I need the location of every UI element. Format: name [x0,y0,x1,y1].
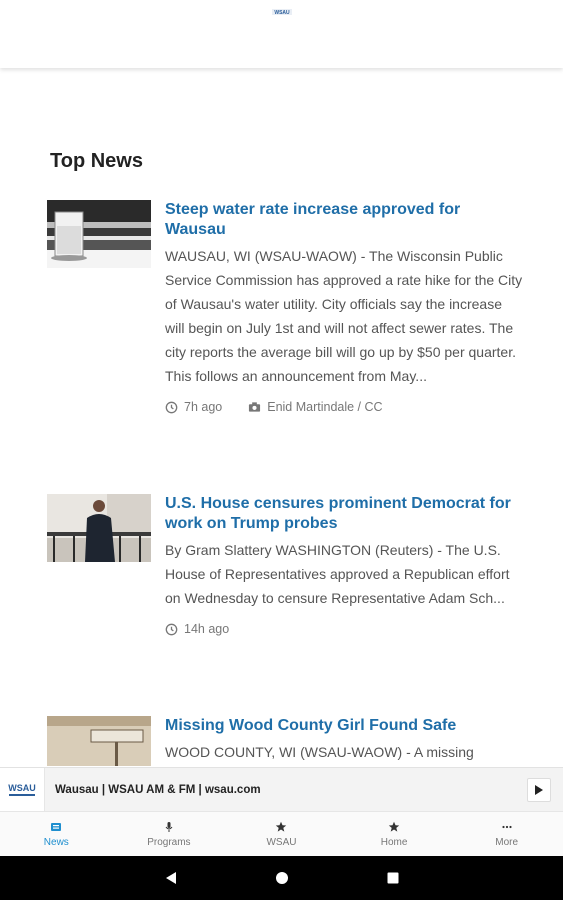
article-thumbnail[interactable] [47,200,151,268]
play-icon [535,785,543,795]
capitol-photo-image [47,494,151,562]
wsau-logo-icon: WSAU [8,783,36,796]
more-dots-icon [502,825,512,829]
clock-icon [165,623,178,635]
tab-label: Home [380,837,408,848]
tab-home[interactable]: Home [338,812,451,857]
star-icon [276,821,287,832]
station-title[interactable]: Wausau | WSAU AM & FM | wsau.com [55,784,527,796]
article-headline[interactable]: Missing Wood County Girl Found Safe [165,716,525,736]
clock-icon [165,401,178,413]
star-icon [388,821,400,832]
back-icon[interactable] [163,870,179,886]
newspaper-icon [51,823,62,831]
article-summary: WAUSAU, WI (WSAU-WAOW) - The Wisconsin P… [165,248,523,384]
article-summary: WOOD COUNTY, WI (WSAU-WAOW) - A missing [165,744,474,760]
article-time: 14h ago [184,622,230,636]
camera-icon [249,402,261,412]
recents-square-icon[interactable] [385,870,401,886]
system-nav-bar [0,856,563,900]
app-header: WSAU [0,0,563,68]
article-summary: By Gram Slattery WASHINGTON (Reuters) - … [165,542,510,606]
tab-news[interactable]: News [0,812,113,857]
now-playing-bar[interactable]: WSAU Wausau | WSAU AM & FM | wsau.com [0,767,563,812]
tab-label: News [43,837,69,848]
article-headline[interactable]: Steep water rate increase approved for W… [165,200,525,240]
tab-label: Programs [147,837,191,848]
water-glass-image [47,200,151,268]
tab-programs[interactable]: Programs [113,812,226,857]
section-title: Top News [50,150,143,172]
tab-label: WSAU [266,837,297,848]
tab-label: More [495,837,519,848]
play-button[interactable] [527,778,551,802]
article-headline[interactable]: U.S. House censures prominent Democrat f… [165,494,525,534]
tab-more[interactable]: More [450,812,563,857]
article-thumbnail[interactable] [47,716,151,766]
photo-credit: Enid Martindale / CC [267,400,383,414]
article-meta: 14h ago [165,622,525,636]
microphone-icon [165,822,173,832]
article-thumbnail[interactable] [47,494,151,562]
svg-text:WSAU: WSAU [274,10,290,16]
article-time: 7h ago [184,400,223,414]
station-logo: WSAU [0,768,45,812]
tab-wsau[interactable]: WSAU [225,812,338,857]
street-sign-image [47,716,151,766]
article-meta: 7h ago Enid Martindale / CC [165,400,525,414]
news-feed[interactable]: Top News Steep water rate increase appro… [0,70,563,766]
home-circle-icon[interactable] [274,870,290,886]
wsau-logo-icon: WSAU [271,9,292,16]
bottom-tab-bar: News Programs WSAU Home More [0,811,563,857]
svg-text:WSAU: WSAU [8,783,36,793]
